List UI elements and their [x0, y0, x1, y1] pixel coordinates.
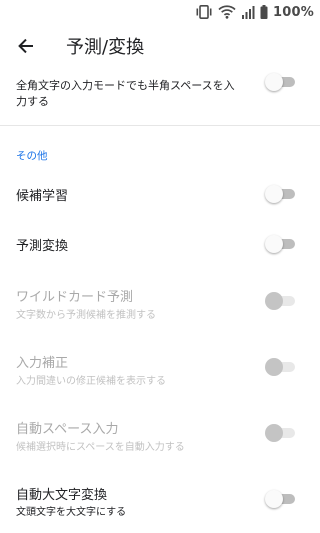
switch-thumb	[265, 490, 283, 508]
app-bar: 予測/変換	[0, 24, 320, 72]
vibrate-icon	[195, 5, 213, 19]
switch-thumb	[265, 185, 283, 203]
preference-title: 自動スペース入力	[16, 422, 119, 437]
preference-auto-space[interactable]: 自動スペース入力 候補選択時にスペースを自動入力する	[0, 401, 320, 467]
preference-summary: 全角文字の入力モードでも半角スペースを入 力する	[16, 78, 256, 110]
arrow-back-icon	[17, 37, 35, 59]
preference-summary: 文頭文字を大文字にする	[16, 507, 127, 518]
switch-thumb	[265, 358, 283, 376]
preference-candidate-learning[interactable]: 候補学習	[0, 169, 320, 219]
preference-input-correction[interactable]: 入力補正 入力間違いの修正候補を表示する	[0, 335, 320, 401]
preferences-list[interactable]: 全角文字の入力モードでも半角スペースを入 力する その他 候補学習 予測変換 ワ…	[0, 72, 320, 533]
candidate-learning-toggle[interactable]	[265, 184, 295, 204]
predictive-conversion-toggle[interactable]	[265, 234, 295, 254]
preference-title: 候補学習	[16, 189, 69, 204]
preference-auto-capitalization[interactable]: 自動大文字変換 文頭文字を大文字にする	[0, 467, 320, 533]
section-divider	[0, 125, 320, 126]
preference-summary: 入力間違いの修正候補を表示する	[16, 376, 166, 387]
status-icons: 100%	[195, 3, 314, 21]
preference-summary: 候補選択時にスペースを自動入力する	[16, 442, 185, 453]
auto-space-toggle[interactable]	[265, 423, 295, 443]
section-header-other: その他	[16, 150, 48, 162]
switch-thumb	[265, 235, 283, 253]
auto-capitalization-toggle[interactable]	[265, 489, 295, 509]
wifi-icon	[218, 5, 236, 19]
switch-thumb	[265, 292, 283, 310]
preference-wildcard-prediction[interactable]: ワイルドカード予測 文字数から予測候補を推測する	[0, 269, 320, 335]
signal-icon	[241, 5, 255, 19]
preference-predictive-conversion[interactable]: 予測変換	[0, 219, 320, 269]
preference-title: 自動大文字変換	[16, 488, 108, 503]
preference-title: 入力補正	[16, 356, 69, 371]
preference-title: 予測変換	[16, 239, 69, 254]
half-width-space-toggle[interactable]	[265, 72, 295, 92]
half-width-space-preference[interactable]: 全角文字の入力モードでも半角スペースを入 力する	[0, 72, 320, 125]
summary-line-2: 力する	[16, 95, 49, 108]
input-correction-toggle[interactable]	[265, 357, 295, 377]
summary-line-1: 全角文字の入力モードでも半角スペースを入	[16, 79, 235, 92]
wildcard-prediction-toggle[interactable]	[265, 291, 295, 311]
battery-percentage: 100%	[273, 4, 314, 20]
preference-title: ワイルドカード予測	[16, 290, 134, 305]
switch-thumb	[265, 424, 283, 442]
switch-thumb	[265, 73, 283, 91]
page-title: 予測/変換	[66, 37, 145, 58]
preference-summary: 文字数から予測候補を推測する	[16, 310, 156, 321]
battery-icon	[260, 5, 268, 19]
status-bar: 100%	[0, 0, 320, 24]
back-button[interactable]	[8, 30, 44, 66]
